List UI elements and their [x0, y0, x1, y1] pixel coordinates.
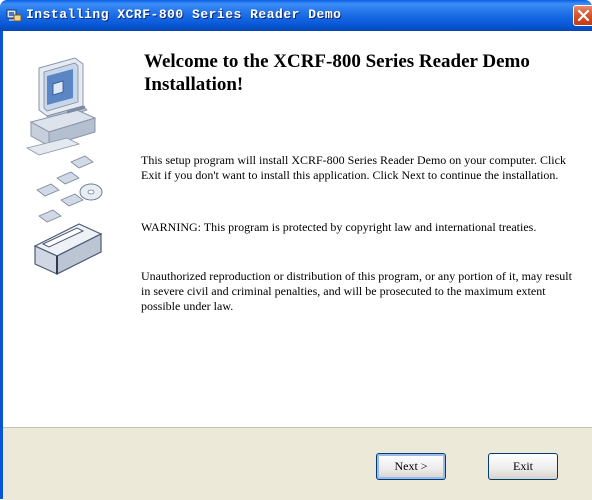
installer-app-icon	[6, 7, 22, 23]
intro-paragraph: This setup program will install XCRF-800…	[141, 153, 566, 182]
next-button[interactable]: Next >	[376, 453, 446, 480]
page-title: Welcome to the XCRF-800 Series Reader De…	[144, 51, 530, 95]
exit-button-label: Exit	[513, 459, 533, 473]
warning-paragraph: WARNING: This program is protected by co…	[141, 220, 537, 234]
title-bar[interactable]: Installing XCRF-800 Series Reader Demo	[0, 0, 592, 31]
window-title: Installing XCRF-800 Series Reader Demo	[26, 7, 342, 22]
computer-disks-box-illustration	[25, 57, 103, 275]
welcome-panel: Welcome to the XCRF-800 Series Reader De…	[3, 31, 592, 427]
legal-paragraph: Unauthorized reproduction or distributio…	[141, 269, 572, 313]
close-button[interactable]	[573, 5, 592, 26]
close-icon	[577, 9, 590, 22]
exit-button[interactable]: Exit	[488, 453, 558, 480]
button-bar: Next > Exit	[3, 427, 592, 500]
next-button-label: Next >	[394, 459, 428, 473]
